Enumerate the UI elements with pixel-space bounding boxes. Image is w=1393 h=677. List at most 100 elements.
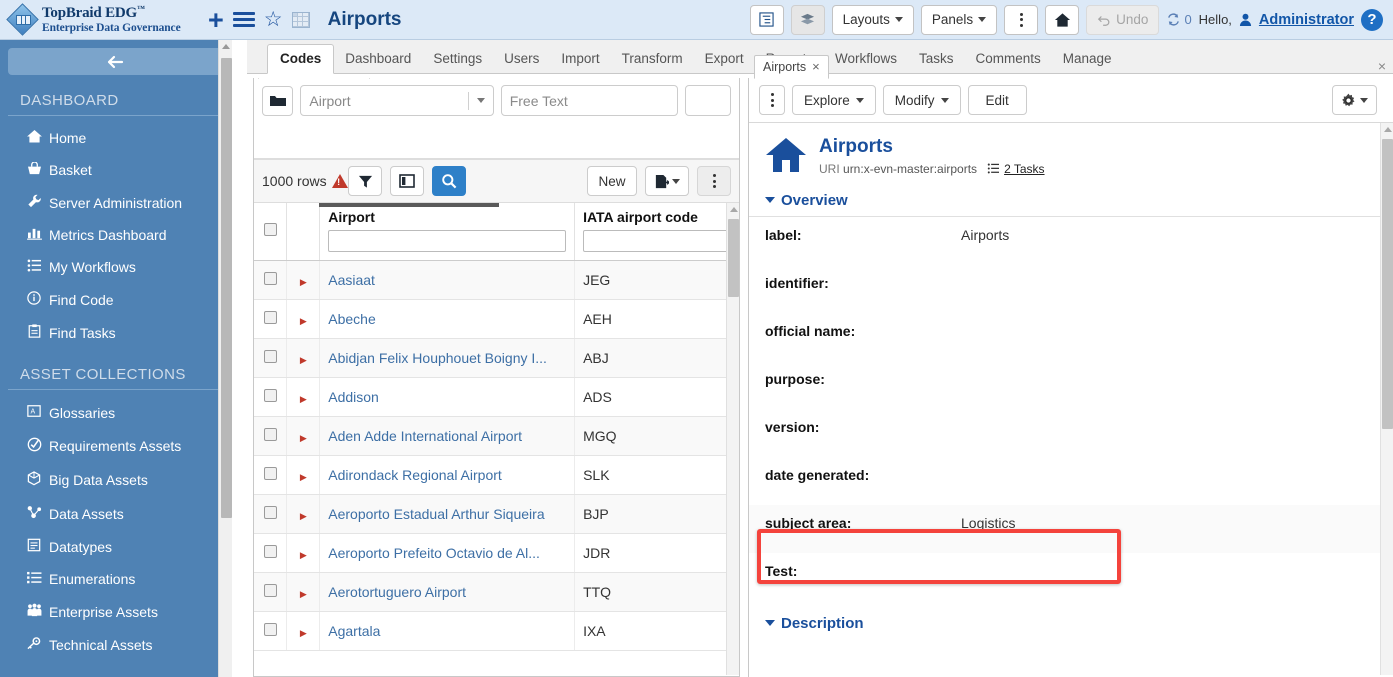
modify-button[interactable]: Modify	[883, 85, 961, 115]
sidebar-item-basket[interactable]: Basket	[0, 154, 232, 186]
scroll-up-arrow-icon[interactable]	[222, 44, 230, 49]
close-icon[interactable]: ×	[812, 59, 820, 74]
detail-more-button[interactable]	[759, 85, 785, 115]
more-options-button[interactable]	[1004, 5, 1038, 35]
row-checkbox[interactable]	[264, 623, 277, 636]
layers-toggle-icon[interactable]	[791, 5, 825, 35]
expand-row-icon[interactable]: ▶	[300, 511, 307, 521]
row-checkbox[interactable]	[264, 311, 277, 324]
tab-transform[interactable]: Transform	[611, 45, 694, 73]
panel-tab-airport-search[interactable]: Airport Search ×	[258, 78, 370, 79]
sidebar-item-big-data-assets[interactable]: Big Data Assets	[0, 463, 232, 497]
brand-logo-area[interactable]: TopBraid EDG™ Enterprise Data Governance	[0, 5, 200, 35]
airport-name-link[interactable]: Aden Adde International Airport	[328, 428, 522, 444]
layouts-button[interactable]: Layouts	[832, 5, 914, 35]
airport-name-link[interactable]: Abeche	[328, 311, 375, 327]
table-row[interactable]: ▶Aden Adde International AirportMGQ	[254, 417, 739, 456]
row-checkbox[interactable]	[264, 584, 277, 597]
new-button[interactable]: New	[587, 166, 637, 196]
tab-import[interactable]: Import	[550, 45, 610, 73]
horizontal-scrollbar[interactable]	[319, 203, 499, 207]
airport-name-link[interactable]: Agartala	[328, 623, 380, 639]
sidebar-item-home[interactable]: Home	[0, 122, 232, 154]
tab-settings[interactable]: Settings	[422, 45, 493, 73]
column-header-iata[interactable]: IATA airport code	[575, 203, 739, 261]
expand-row-icon[interactable]: ▶	[300, 277, 307, 287]
expand-row-icon[interactable]: ▶	[300, 628, 307, 638]
table-row[interactable]: ▶Aeroporto Prefeito Octavio de Al...JDR	[254, 534, 739, 573]
sidebar-item-metrics-dashboard[interactable]: Metrics Dashboard	[0, 219, 232, 251]
sidebar-item-datatypes[interactable]: Datatypes	[0, 530, 232, 563]
grid-icon[interactable]	[292, 12, 310, 28]
airport-name-link[interactable]: Adirondack Regional Airport	[328, 467, 502, 483]
table-row[interactable]: ▶AddisonADS	[254, 378, 739, 417]
detail-vertical-scrollbar[interactable]	[1380, 123, 1393, 675]
tasks-link[interactable]: 2 Tasks	[987, 162, 1044, 176]
columns-button[interactable]	[390, 166, 424, 196]
sync-status[interactable]: 0	[1166, 12, 1191, 27]
expand-row-icon[interactable]: ▶	[300, 550, 307, 560]
sidebar-item-enterprise-assets[interactable]: Enterprise Assets	[0, 595, 232, 628]
sidebar-item-requirements-assets[interactable]: Requirements Assets	[0, 429, 232, 463]
export-button[interactable]	[645, 166, 689, 196]
search-button[interactable]	[432, 166, 466, 196]
open-saved-search-button[interactable]	[262, 86, 293, 116]
table-row[interactable]: ▶AasiaatJEG	[254, 261, 739, 300]
filter-button[interactable]	[348, 166, 382, 196]
row-checkbox[interactable]	[264, 467, 277, 480]
asset-type-select[interactable]: Airport	[300, 85, 493, 116]
expand-row-icon[interactable]: ▶	[300, 589, 307, 599]
plus-icon[interactable]: +	[208, 10, 224, 30]
detail-settings-button[interactable]	[1332, 85, 1377, 115]
scroll-up-arrow-icon[interactable]	[730, 207, 738, 212]
panels-button[interactable]: Panels	[921, 5, 997, 35]
iata-column-filter-input[interactable]	[583, 230, 731, 252]
administrator-link[interactable]: Administrator	[1259, 12, 1354, 28]
scrollbar-thumb[interactable]	[728, 219, 739, 297]
airport-column-filter-input[interactable]	[328, 230, 566, 252]
airport-name-link[interactable]: Abidjan Felix Houphouet Boigny I...	[328, 350, 547, 366]
panel-close-icon[interactable]: ×	[1378, 58, 1386, 74]
help-icon[interactable]: ?	[1361, 9, 1383, 31]
scrollbar-thumb[interactable]	[221, 58, 232, 518]
sidebar-item-data-assets[interactable]: Data Assets	[0, 497, 232, 530]
sidebar-item-glossaries[interactable]: A Glossaries	[0, 396, 232, 429]
sidebar-item-server-administration[interactable]: Server Administration	[0, 186, 232, 219]
expand-row-icon[interactable]: ▶	[300, 355, 307, 365]
airport-name-link[interactable]: Aeroporto Estadual Arthur Siqueira	[328, 506, 544, 522]
hamburger-menu-icon[interactable]	[233, 9, 255, 30]
home-button[interactable]	[1045, 5, 1079, 35]
expand-row-icon[interactable]: ▶	[300, 433, 307, 443]
row-checkbox[interactable]	[264, 350, 277, 363]
tab-export[interactable]: Export	[694, 45, 755, 73]
sidebar-item-find-code[interactable]: Find Code	[0, 283, 232, 316]
edit-button[interactable]: Edit	[968, 85, 1027, 115]
outline-panel-toggle-icon[interactable]	[750, 5, 784, 35]
airport-name-link[interactable]: Aeroporto Prefeito Octavio de Al...	[328, 545, 540, 561]
row-checkbox[interactable]	[264, 506, 277, 519]
row-checkbox[interactable]	[264, 545, 277, 558]
row-checkbox[interactable]	[264, 272, 277, 285]
airport-name-link[interactable]: Aerotortuguero Airport	[328, 584, 466, 600]
panel-tab-airports[interactable]: Airports ×	[754, 55, 829, 79]
expand-row-icon[interactable]: ▶	[300, 472, 307, 482]
tab-codes[interactable]: Codes	[267, 44, 334, 74]
sidebar-collapse-button[interactable]	[8, 48, 224, 75]
sidebar-scrollbar[interactable]	[218, 40, 232, 677]
star-icon[interactable]: ☆	[264, 10, 283, 30]
explore-button[interactable]: Explore	[792, 85, 876, 115]
sidebar-item-my-workflows[interactable]: My Workflows	[0, 251, 232, 283]
undo-button[interactable]: Undo	[1086, 5, 1159, 35]
row-checkbox[interactable]	[264, 428, 277, 441]
section-header-overview[interactable]: Overview	[749, 186, 1393, 217]
table-row[interactable]: ▶AbecheAEH	[254, 300, 739, 339]
sidebar-item-find-tasks[interactable]: Find Tasks	[0, 316, 232, 349]
sidebar-item-technical-assets[interactable]: Technical Assets	[0, 628, 232, 661]
scrollbar-thumb[interactable]	[1382, 139, 1393, 429]
select-all-checkbox[interactable]	[264, 223, 277, 236]
tab-users[interactable]: Users	[493, 45, 550, 73]
sidebar-item-enumerations[interactable]: Enumerations	[0, 563, 232, 595]
scroll-up-arrow-icon[interactable]	[1384, 127, 1392, 132]
tab-dashboard[interactable]: Dashboard	[334, 45, 422, 73]
table-row[interactable]: ▶AgartalaIXA	[254, 612, 739, 651]
